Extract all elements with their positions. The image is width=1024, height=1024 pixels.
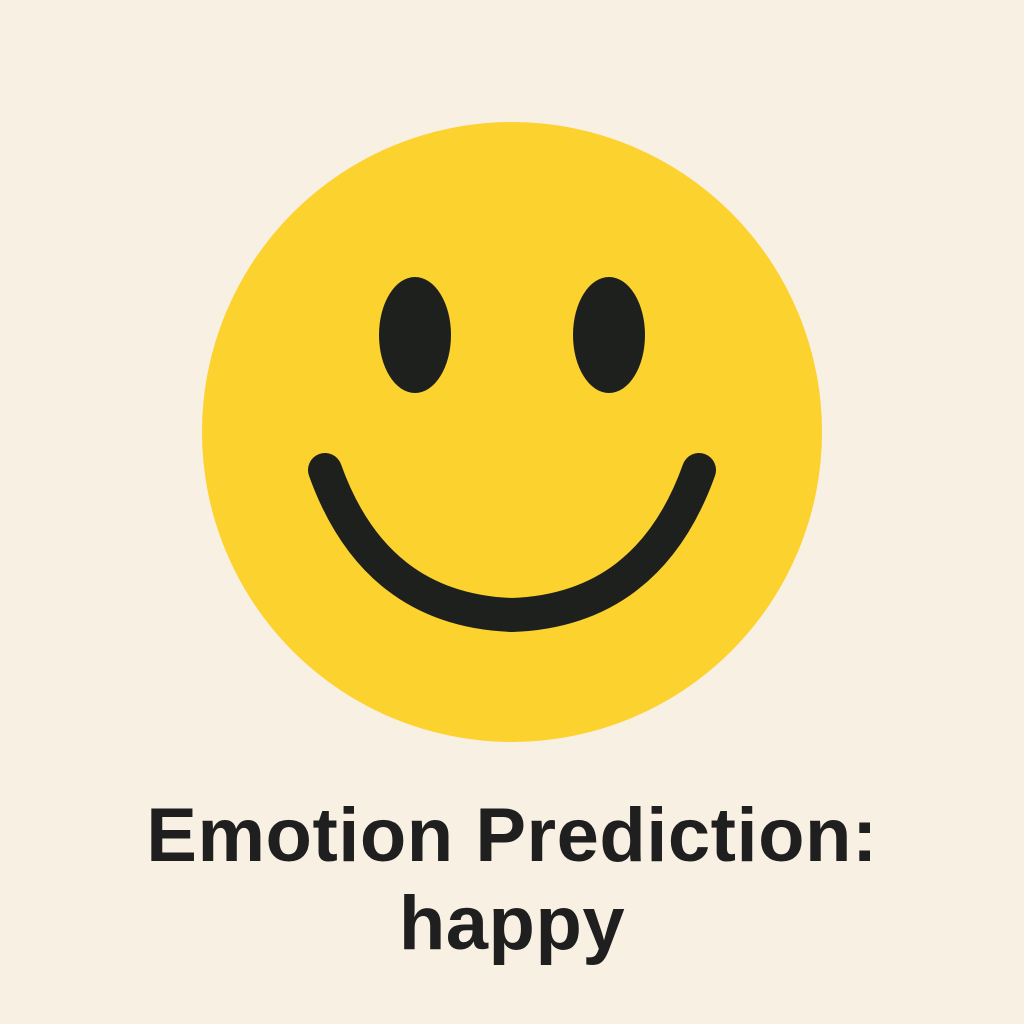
prediction-caption: Emotion Prediction: happy [0,792,1024,968]
left-eye [379,277,451,393]
right-eye [573,277,645,393]
prediction-value: happy [398,881,626,966]
face-circle [202,122,822,742]
prediction-label: Emotion Prediction: [146,793,878,878]
smiley-face-svg [202,122,822,742]
canvas: Emotion Prediction: happy [0,0,1024,1024]
smiley-face-icon [200,120,824,744]
